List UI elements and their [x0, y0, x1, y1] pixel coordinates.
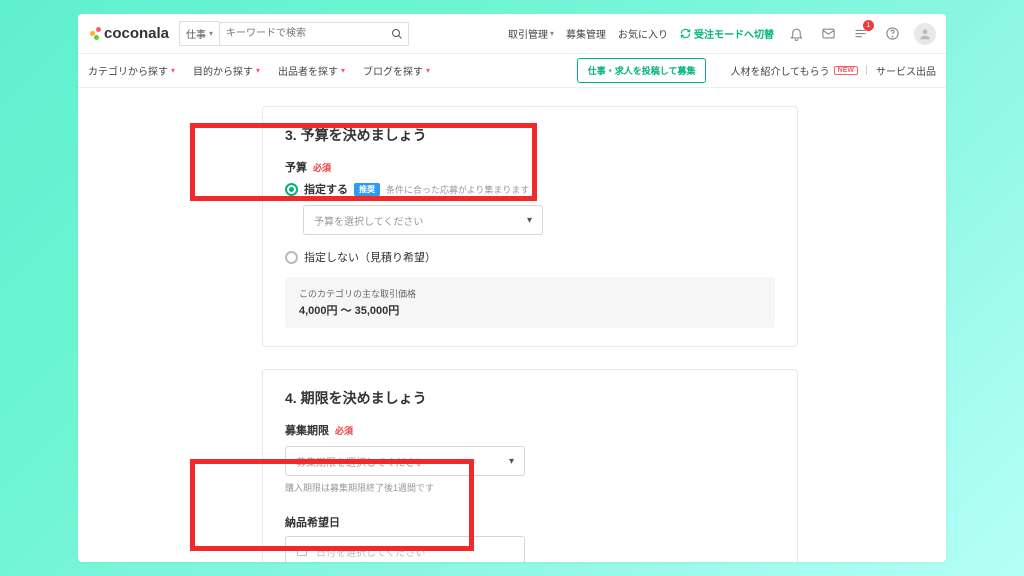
nav-transactions[interactable]: 取引管理▾ — [508, 26, 554, 41]
chevron-down-icon: ▾ — [256, 66, 260, 75]
job-type-label: 仕事 — [186, 26, 206, 41]
chevron-down-icon: ▾ — [550, 29, 554, 38]
bell-icon[interactable] — [786, 24, 806, 44]
list-icon[interactable]: 1 — [850, 24, 870, 44]
required-badge: 必須 — [335, 424, 353, 437]
chevron-down-icon: ▾ — [509, 456, 514, 467]
calendar-icon — [296, 545, 308, 557]
mail-icon[interactable] — [818, 24, 838, 44]
budget-select-placeholder: 予算を選択してください — [314, 213, 423, 228]
chevron-down-icon: ▾ — [209, 29, 213, 38]
logo-mark-icon — [88, 27, 102, 41]
section3-title: 3. 予算を決めましょう — [285, 125, 775, 145]
post-job-button[interactable]: 仕事・求人を投稿して募集 — [577, 58, 707, 83]
chevron-down-icon: ▾ — [171, 66, 175, 75]
chevron-down-icon: ▾ — [341, 66, 345, 75]
avatar[interactable] — [914, 23, 936, 45]
recommended-badge: 推奨 — [354, 183, 380, 196]
search-input[interactable] — [220, 25, 386, 42]
delivery-date-label: 納品希望日 — [285, 514, 775, 530]
nav-purpose[interactable]: 目的から探す▾ — [193, 63, 260, 78]
required-badge: 必須 — [313, 161, 331, 174]
recruit-note: 購入期限は募集期限終了後1週間です — [285, 481, 775, 494]
app-window: coconala 仕事 ▾ 取引管理▾ 募集管理 お気に入り 受注モー — [78, 14, 946, 562]
search-icon[interactable] — [386, 28, 408, 40]
delivery-date-input[interactable]: 日付を選択してください — [285, 536, 525, 562]
recruit-period-label: 募集期限 必須 — [285, 422, 775, 438]
budget-select[interactable]: 予算を選択してください ▾ — [303, 205, 543, 235]
brand-text: coconala — [104, 25, 169, 42]
radio-no-specify[interactable] — [285, 251, 298, 264]
logo[interactable]: coconala — [88, 25, 169, 42]
radio-no-specify-label: 指定しない（見積り希望） — [304, 249, 436, 265]
price-range-box: このカテゴリの主な取引価格 4,000円 ～ 35,000円 — [285, 277, 775, 328]
price-range-value: 4,000円 ～ 35,000円 — [299, 302, 761, 318]
radio-specify-label: 指定する — [304, 181, 348, 197]
header-nav: 取引管理▾ 募集管理 お気に入り 受注モードへ切替 1 — [508, 23, 936, 45]
new-badge: NEW — [834, 66, 858, 75]
search-group: 仕事 ▾ — [179, 21, 409, 46]
nav-blog[interactable]: ブログを探す▾ — [363, 63, 430, 78]
nav-sellers[interactable]: 出品者を探す▾ — [278, 63, 345, 78]
content-area: 3. 予算を決めましょう 予算 必須 指定する 推奨 条件に合った応募がより集ま… — [78, 88, 946, 562]
budget-card: 3. 予算を決めましょう 予算 必須 指定する 推奨 条件に合った応募がより集ま… — [262, 106, 798, 347]
radio-specify[interactable] — [285, 183, 298, 196]
mode-switch[interactable]: 受注モードへ切替 — [680, 26, 774, 41]
radio-specify-row[interactable]: 指定する 推奨 条件に合った応募がより集まります — [285, 181, 775, 197]
notification-badge: 1 — [863, 20, 874, 31]
introduce-link[interactable]: 人材を紹介してもらう NEW — [730, 63, 858, 78]
chevron-down-icon: ▾ — [426, 66, 430, 75]
nav-favorites[interactable]: お気に入り — [618, 26, 668, 41]
job-type-select[interactable]: 仕事 ▾ — [179, 21, 219, 46]
nav-category[interactable]: カテゴリから探す▾ — [88, 63, 175, 78]
nav-recruit[interactable]: 募集管理 — [566, 26, 606, 41]
price-range-label: このカテゴリの主な取引価格 — [299, 287, 761, 300]
radio-nospecify-row[interactable]: 指定しない（見積り希望） — [285, 249, 775, 265]
section4-title: 4. 期限を決めましょう — [285, 388, 775, 408]
service-sell-link[interactable]: サービス出品 — [876, 63, 936, 78]
recommend-note: 条件に合った応募がより集まります — [386, 183, 529, 196]
budget-field-label: 予算 必須 — [285, 159, 775, 175]
recruit-period-placeholder: 募集期限を選択してください — [296, 454, 425, 469]
header: coconala 仕事 ▾ 取引管理▾ 募集管理 お気に入り 受注モー — [78, 14, 946, 54]
delivery-date-placeholder: 日付を選択してください — [316, 544, 425, 559]
help-icon[interactable] — [882, 24, 902, 44]
search-box — [219, 22, 409, 46]
deadline-card: 4. 期限を決めましょう 募集期限 必須 募集期限を選択してください ▾ 購入期… — [262, 369, 798, 562]
refresh-icon — [680, 28, 691, 39]
sub-nav: カテゴリから探す▾ 目的から探す▾ 出品者を探す▾ ブログを探す▾ 仕事・求人を… — [78, 54, 946, 88]
chevron-down-icon: ▾ — [527, 215, 532, 226]
recruit-period-select[interactable]: 募集期限を選択してください ▾ — [285, 446, 525, 476]
